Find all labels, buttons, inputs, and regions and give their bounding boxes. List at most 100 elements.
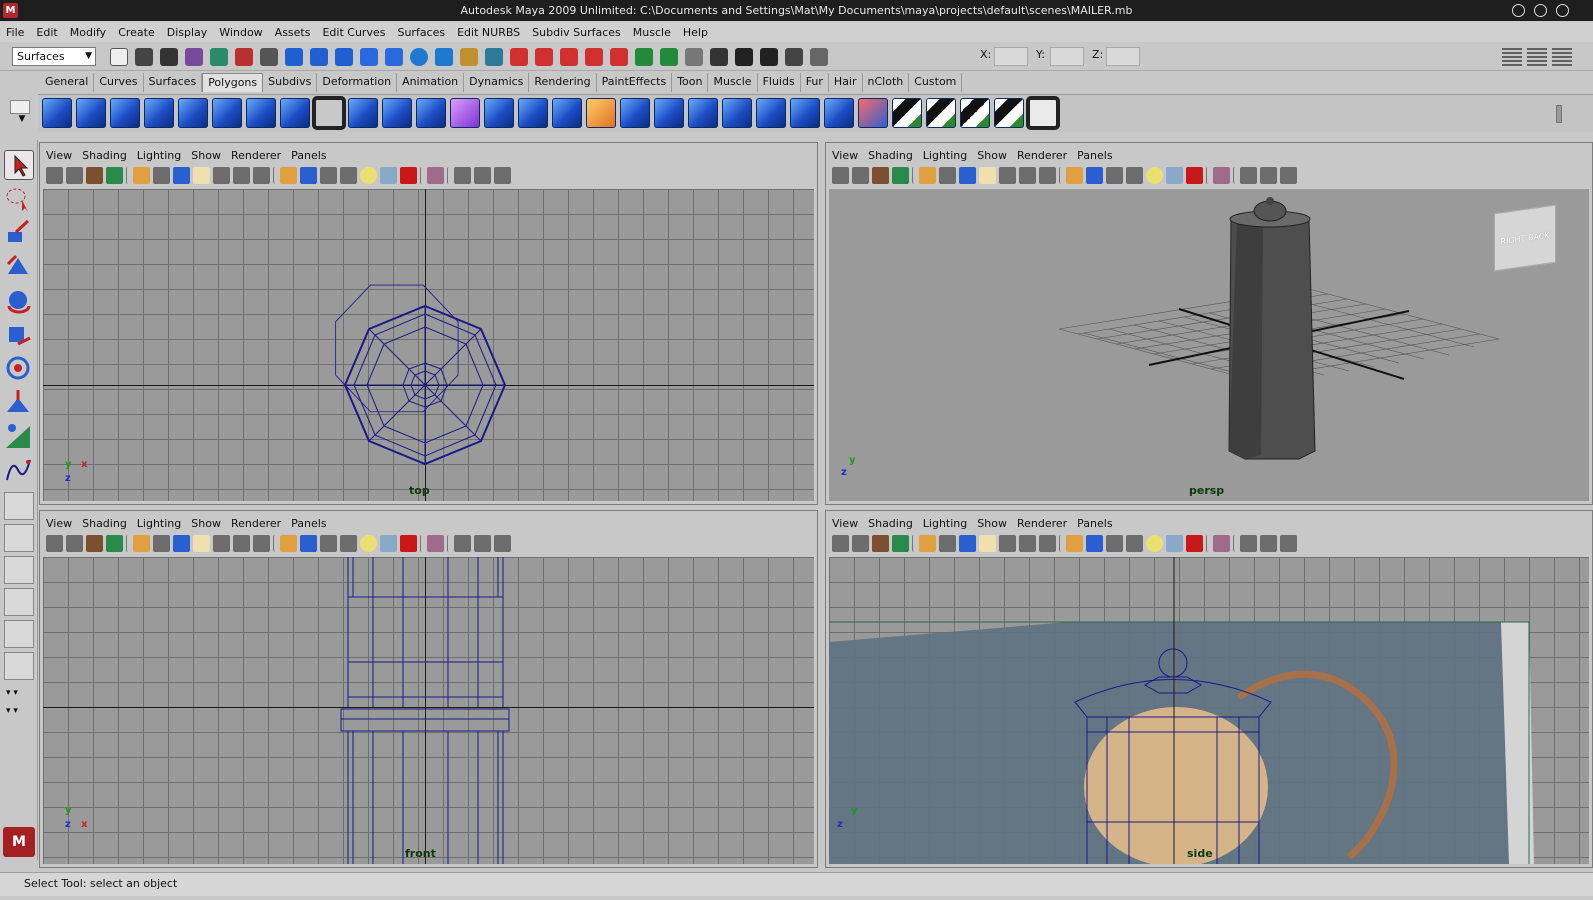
render-settings-icon[interactable] (785, 48, 803, 66)
panel-menu-view[interactable]: View (832, 517, 858, 530)
viewport-side[interactable]: y z side (829, 557, 1589, 864)
panel-menu-show[interactable]: Show (977, 517, 1007, 530)
field-chart-icon[interactable] (999, 167, 1016, 184)
light-icon[interactable] (360, 535, 377, 552)
isolate-select-icon[interactable] (427, 535, 444, 552)
xray-icon[interactable] (454, 167, 471, 184)
gate-mask-icon[interactable] (979, 535, 996, 552)
viewport-persp[interactable]: RIGHT BACK y z persp (829, 189, 1589, 501)
field-chart-icon[interactable] (213, 535, 230, 552)
safe-action-icon[interactable] (233, 535, 250, 552)
panel-menu-renderer[interactable]: Renderer (1017, 149, 1067, 162)
gate-mask-icon[interactable] (193, 167, 210, 184)
close-button[interactable] (1556, 4, 1569, 17)
rotate-tool-icon[interactable] (4, 286, 34, 316)
smooth-shade-icon[interactable] (1086, 167, 1103, 184)
input-field-mode-icon[interactable] (810, 48, 828, 66)
panel-menu-shading[interactable]: Shading (82, 149, 127, 162)
shelf-menu-button[interactable]: ▼ (10, 100, 34, 130)
panel-menu-lighting[interactable]: Lighting (923, 149, 967, 162)
panel-menu-panels[interactable]: Panels (1077, 517, 1112, 530)
gate-mask-icon[interactable] (193, 535, 210, 552)
construction-history-icon[interactable] (685, 48, 703, 66)
hud-icon[interactable] (474, 535, 491, 552)
shelf-tab-muscle[interactable]: Muscle (708, 73, 758, 92)
insert-edge-loop-icon[interactable] (620, 98, 650, 128)
isolate-select-icon[interactable] (1213, 535, 1230, 552)
light-icon[interactable] (360, 167, 377, 184)
poke-icon[interactable] (790, 98, 820, 128)
shadow-icon[interactable] (400, 167, 417, 184)
hud-icon[interactable] (1260, 535, 1277, 552)
safe-action-icon[interactable] (1019, 535, 1036, 552)
bookmark-icon[interactable] (872, 535, 889, 552)
append-polygon-icon[interactable] (552, 98, 582, 128)
hud-icon[interactable] (1260, 167, 1277, 184)
texture-icon[interactable] (380, 535, 397, 552)
bounding-box-icon[interactable] (340, 167, 357, 184)
camera-icon[interactable] (46, 167, 63, 184)
viewport-top[interactable]: y x z top (43, 189, 814, 501)
extrude-icon[interactable] (484, 98, 514, 128)
snap-plane-icon[interactable] (585, 48, 603, 66)
isolate-select-icon[interactable] (427, 167, 444, 184)
texture-icon[interactable] (1166, 535, 1183, 552)
tool-settings-icon[interactable] (1527, 48, 1547, 66)
camera-icon[interactable] (46, 535, 63, 552)
split-polygon-icon[interactable] (586, 98, 616, 128)
film-gate-icon[interactable] (153, 167, 170, 184)
single-perspective-layout-icon[interactable] (4, 492, 34, 520)
show-manipulator-icon[interactable] (4, 422, 34, 452)
menu-create[interactable]: Create (118, 26, 155, 39)
offset-edge-loop-icon[interactable] (654, 98, 684, 128)
shelf-tab-surfaces[interactable]: Surfaces (144, 73, 203, 92)
shelf-tab-subdivs[interactable]: Subdivs (263, 73, 318, 92)
uv-cylindrical-icon[interactable] (926, 98, 956, 128)
view-cube[interactable]: RIGHT BACK (1494, 204, 1556, 272)
poly-sphere-icon[interactable] (42, 98, 72, 128)
field-chart-icon[interactable] (213, 167, 230, 184)
uv-automatic-icon[interactable] (994, 98, 1024, 128)
hypershade-layout-icon[interactable] (4, 620, 34, 648)
poly-cylinder-icon[interactable] (110, 98, 140, 128)
four-view-layout-icon[interactable] (4, 524, 34, 552)
shelf-tab-fur[interactable]: Fur (801, 73, 829, 92)
menu-subdiv-surfaces[interactable]: Subdiv Surfaces (532, 26, 621, 39)
ipr-render-icon[interactable] (760, 48, 778, 66)
scale-tool-icon[interactable] (4, 320, 34, 350)
texture-icon[interactable] (1166, 167, 1183, 184)
separate-icon[interactable] (382, 98, 412, 128)
shelf-tab-curves[interactable]: Curves (94, 73, 144, 92)
combine-icon[interactable] (348, 98, 378, 128)
camera-icon[interactable] (832, 535, 849, 552)
tear-off-icon[interactable] (1280, 535, 1297, 552)
bridge-icon[interactable] (518, 98, 548, 128)
curve-tool-icon[interactable] (4, 456, 34, 486)
safe-action-icon[interactable] (233, 167, 250, 184)
smooth-shade-icon[interactable] (1086, 535, 1103, 552)
tear-off-icon[interactable] (1280, 167, 1297, 184)
poly-torus-icon[interactable] (212, 98, 242, 128)
safe-action-icon[interactable] (1019, 167, 1036, 184)
menu-set-dropdown[interactable]: Surfaces ▼ (12, 47, 96, 66)
shadow-icon[interactable] (1186, 167, 1203, 184)
select-hierarchy-icon[interactable] (185, 48, 203, 66)
snap-curve-icon[interactable] (535, 48, 553, 66)
grid-icon[interactable] (919, 167, 936, 184)
film-gate-icon[interactable] (939, 167, 956, 184)
image-plane-icon[interactable] (892, 535, 909, 552)
menu-file[interactable]: File (6, 26, 24, 39)
panel-menu-panels[interactable]: Panels (1077, 149, 1112, 162)
image-plane-icon[interactable] (106, 167, 123, 184)
bounding-box-icon[interactable] (1126, 167, 1143, 184)
panel-menu-lighting[interactable]: Lighting (137, 517, 181, 530)
uv-editor-icon[interactable] (1028, 98, 1058, 128)
panel-menu-view[interactable]: View (46, 517, 72, 530)
poly-cube-icon[interactable] (76, 98, 106, 128)
history-output-icon[interactable] (660, 48, 678, 66)
snap-grid-icon[interactable] (510, 48, 528, 66)
flat-shade-icon[interactable] (1106, 167, 1123, 184)
panel-menu-show[interactable]: Show (191, 517, 221, 530)
panel-menu-renderer[interactable]: Renderer (231, 517, 281, 530)
gate-mask-icon[interactable] (979, 167, 996, 184)
